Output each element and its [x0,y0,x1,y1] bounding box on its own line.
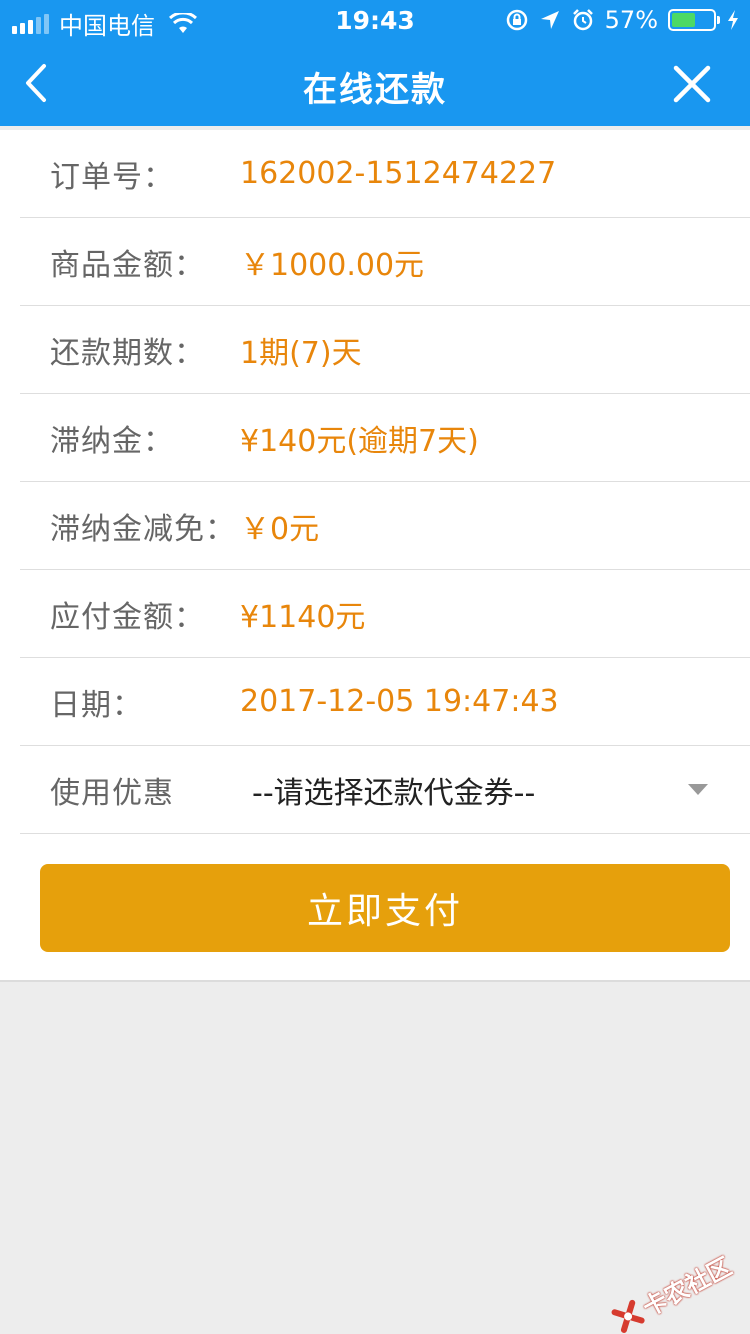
order-number-row: 订单号： 162002-1512474227 [20,130,750,218]
date-row: 日期： 2017-12-05 19:47:43 [20,658,750,746]
page-title: 在线还款 [303,70,447,110]
coupon-select[interactable]: --请选择还款代金券-- [252,768,535,812]
order-number-label: 订单号： [50,159,174,195]
coupon-label: 使用优惠 [50,775,174,811]
coupon-row[interactable]: 使用优惠 --请选择还款代金券-- [20,746,750,834]
watermark-text: 卡农社区 [638,1252,737,1323]
late-fee-waiver-label: 滞纳金减免： [50,511,236,547]
product-amount-label: 商品金额： [50,247,205,283]
status-right: 57% [505,6,740,34]
close-icon[interactable] [670,62,714,106]
location-icon [540,11,559,29]
installments-value: 1期(7)天 [240,335,362,371]
repayment-details-panel: 订单号： 162002-1512474227 商品金额： ￥1000.00元 还… [0,130,750,982]
battery-percentage: 57% [604,6,658,34]
late-fee-waiver-row: 滞纳金减免： ￥0元 [20,482,750,570]
date-label: 日期： [50,687,143,723]
order-number-value: 162002-1512474227 [240,156,557,191]
amount-due-row: 应付金额： ¥1140元 [20,570,750,658]
status-bar: 中国电信 19:43 57% [0,0,750,40]
installments-row: 还款期数： 1期(7)天 [20,306,750,394]
late-fee-value: ¥140元(逾期7天) [240,423,479,459]
dropdown-arrow-icon[interactable] [688,784,708,795]
battery-icon [668,9,720,31]
product-amount-value: ￥1000.00元 [240,247,425,283]
watermark: 卡农社区 [607,1247,736,1334]
date-value: 2017-12-05 19:47:43 [240,684,559,719]
amount-due-value: ¥1140元 [240,599,366,635]
installments-label: 还款期数： [50,335,205,371]
late-fee-waiver-value: ￥0元 [240,511,320,547]
alarm-icon [572,9,593,31]
amount-due-label: 应付金额： [50,599,205,635]
product-amount-row: 商品金额： ￥1000.00元 [20,218,750,306]
rotation-lock-icon [506,9,527,31]
charging-icon [728,10,738,30]
pay-now-button[interactable]: 立即支付 [40,864,730,952]
late-fee-row: 滞纳金： ¥140元(逾期7天) [20,394,750,482]
late-fee-label: 滞纳金： [50,423,174,459]
nav-bar: 在线还款 [0,40,750,126]
